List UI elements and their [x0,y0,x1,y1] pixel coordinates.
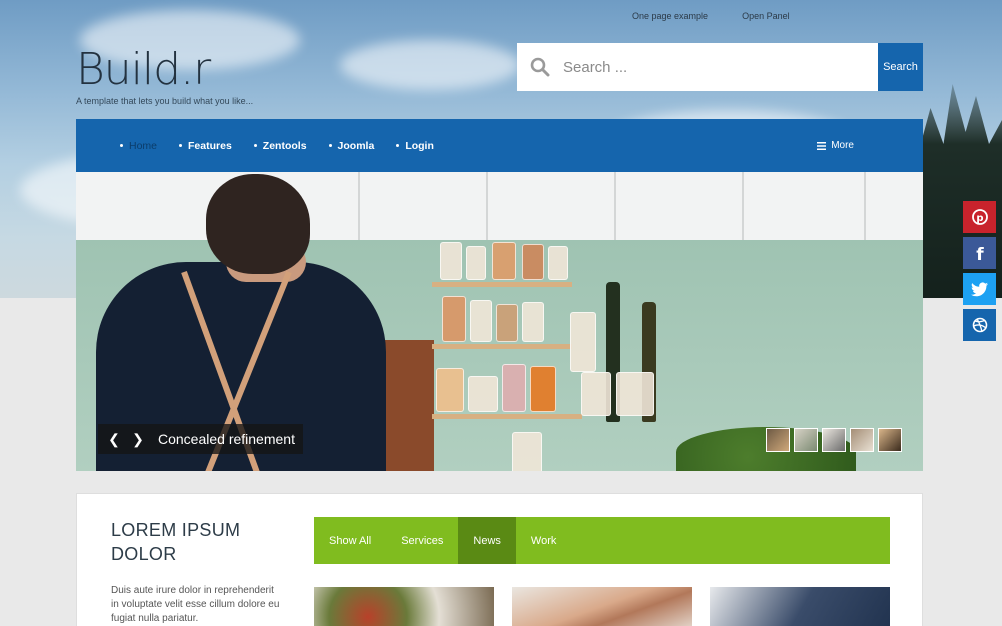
slide-thumbnails [766,428,902,452]
slide-thumbnail[interactable] [794,428,818,452]
content-section: LOREM IPSUM DOLOR Duis aute irure dolor … [76,493,923,626]
nav-item-home[interactable]: Home [120,140,157,152]
portfolio-image[interactable] [710,587,890,626]
bullet-icon [396,144,400,147]
main-nav: Home Features Zentools Joomla Login More [76,119,923,172]
section-title: LOREM IPSUM DOLOR [111,520,241,564]
slide-thumbnail[interactable] [850,428,874,452]
twitter-button[interactable] [963,273,996,305]
twitter-icon [970,281,988,296]
site-tagline: A template that lets you build what you … [76,96,254,106]
facebook-icon: f [976,245,984,261]
social-links: p f [963,201,996,341]
filter-news[interactable]: News [458,517,516,564]
bullet-icon [120,144,123,147]
chevron-right-icon[interactable]: ❯ [128,431,148,448]
spice-shelf [432,242,582,471]
nav-item-login[interactable]: Login [396,140,434,152]
kitchen-cabinets [76,172,923,240]
svg-text:p: p [976,213,983,224]
bullet-icon [179,144,183,147]
pinterest-button[interactable]: p [963,201,996,233]
svg-text:f: f [976,245,984,261]
nav-item-features[interactable]: Features [179,140,232,152]
portfolio-filter: Show All Services News Work [314,517,890,564]
one-page-example-link[interactable]: One page example [632,11,708,21]
dribbble-icon [972,317,987,333]
filter-show-all[interactable]: Show All [314,517,386,564]
search-icon [517,43,563,91]
portfolio-image[interactable] [314,587,494,626]
slide-thumbnail[interactable] [878,428,902,452]
site-logo[interactable]: Build.r [76,44,211,95]
search-input[interactable] [563,43,878,91]
portfolio-image[interactable] [512,587,692,626]
bullet-icon [253,144,257,147]
nav-item-zentools[interactable]: Zentools [253,140,307,152]
filter-work[interactable]: Work [516,517,571,564]
slide-thumbnail[interactable] [822,428,846,452]
slide-thumbnail[interactable] [766,428,790,452]
nav-more-label: More [831,140,854,151]
facebook-button[interactable]: f [963,237,996,269]
search-bar: Search [517,43,923,91]
hamburger-icon [817,141,827,150]
filter-services[interactable]: Services [386,517,458,564]
hero-slider: ❮ ❯ Concealed refinement [76,172,923,471]
pinterest-icon: p [971,209,988,225]
top-links: One page example Open Panel [632,11,790,21]
slide-caption: ❮ ❯ Concealed refinement [98,424,303,454]
chevron-left-icon[interactable]: ❮ [104,431,124,448]
search-button[interactable]: Search [878,43,923,91]
open-panel-link[interactable]: Open Panel [742,11,790,21]
nav-more-button[interactable]: More [817,119,854,172]
slide-caption-text: Concealed refinement [158,431,295,447]
section-text: Duis aute irure dolor in reprehenderit i… [111,585,280,624]
dribbble-button[interactable] [963,309,996,341]
nav-item-joomla[interactable]: Joomla [328,140,374,152]
bullet-icon [328,144,332,147]
